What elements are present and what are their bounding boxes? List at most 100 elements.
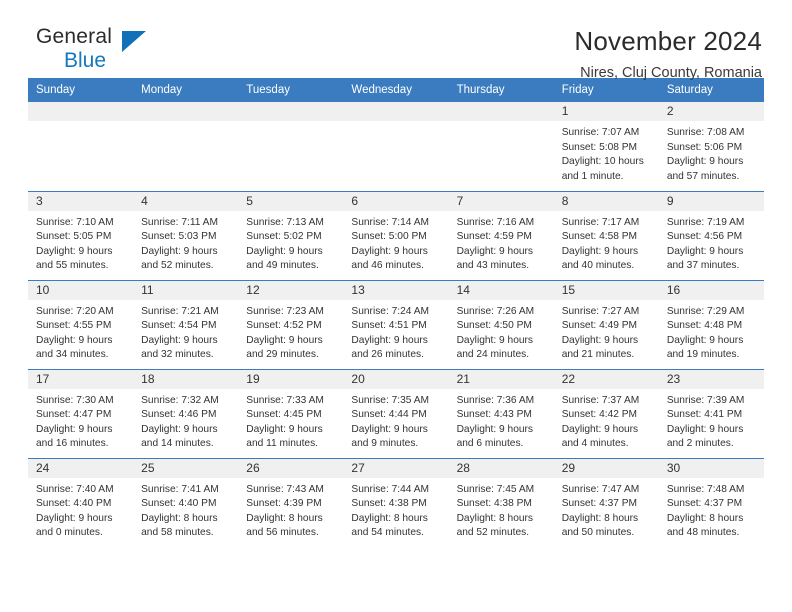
day-details: Sunrise: 7:07 AM Sunset: 5:08 PM Daylight:… — [554, 121, 659, 184]
sunset-text: Sunset: 4:52 PM — [246, 320, 322, 332]
daylight-text: Daylight: 8 hours and 52 minutes. — [456, 512, 534, 539]
calendar-day-cell[interactable]: 20 Sunrise: 7:35 AM Sunset: 4:44 PM Dayligh… — [343, 368, 449, 458]
day-details: Sunrise: 7:44 AM Sunset: 4:38 PM Daylight:… — [343, 478, 448, 541]
calendar-day-cell[interactable]: 26 Sunrise: 7:43 AM Sunset: 4:39 PM Dayligh… — [238, 457, 344, 547]
sunset-text: Sunset: 5:02 PM — [246, 231, 322, 243]
calendar-day-cell[interactable]: 22 Sunrise: 7:37 AM Sunset: 4:42 PM Dayligh… — [553, 368, 659, 458]
sunrise-text: Sunrise: 7:07 AM — [561, 127, 640, 138]
daylight-text: Daylight: 9 hours and 34 minutes. — [36, 334, 113, 361]
calendar-day-cell[interactable]: 15 Sunrise: 7:27 AM Sunset: 4:49 PM Dayligh… — [553, 279, 659, 369]
weekday-header-monday: Monday — [133, 78, 239, 102]
sunrise-text: Sunrise: 7:19 AM — [666, 216, 745, 228]
calendar-day-cell[interactable]: 24 Sunrise: 7:40 AM Sunset: 4:40 PM Dayligh… — [28, 457, 134, 547]
day-number: 8 — [553, 191, 659, 211]
calendar-day-cell[interactable]: 2 Sunrise: 7:08 AM Sunset: 5:06 PM Daylight… — [658, 102, 764, 191]
sunrise-text: Sunrise: 7:11 AM — [141, 216, 218, 228]
calendar-page: General Blue November 2024 Nires, Cluj C… — [0, 0, 792, 612]
day-number: 2 — [658, 102, 764, 121]
day-details: Sunrise: 7:48 AM Sunset: 4:37 PM Daylight:… — [659, 478, 764, 541]
day-details: Sunrise: 7:13 AM Sunset: 5:02 PM Daylight:… — [238, 211, 343, 274]
day-number: 24 — [28, 458, 134, 478]
day-details: Sunrise: 7:10 AM Sunset: 5:05 PM Daylight:… — [28, 211, 133, 274]
calendar-day-cell[interactable]: 3 Sunrise: 7:10 AM Sunset: 5:05 PM Daylight… — [28, 190, 134, 280]
daylight-text: Daylight: 9 hours and 0 minutes. — [36, 512, 113, 539]
calendar-day-cell[interactable]: 25 Sunrise: 7:41 AM Sunset: 4:40 PM Dayligh… — [133, 457, 239, 547]
calendar-day-cell[interactable]: 16 Sunrise: 7:29 AM Sunset: 4:48 PM Dayligh… — [658, 279, 764, 369]
calendar-day-cell[interactable]: 28 Sunrise: 7:45 AM Sunset: 4:38 PM Dayligh… — [448, 457, 554, 547]
calendar-day-cell[interactable]: 9 Sunrise: 7:19 AM Sunset: 4:56 PM Daylight… — [658, 190, 764, 280]
sunset-text: Sunset: 5:00 PM — [351, 231, 427, 243]
calendar-day-cell[interactable]: 13 Sunrise: 7:24 AM Sunset: 4:51 PM Dayligh… — [343, 279, 449, 369]
day-details: Sunrise: 7:27 AM Sunset: 4:49 PM Daylight:… — [554, 300, 659, 363]
day-details: Sunrise: 7:23 AM Sunset: 4:52 PM Daylight:… — [238, 300, 343, 363]
calendar-day-cell[interactable]: 23 Sunrise: 7:39 AM Sunset: 4:41 PM Dayligh… — [658, 368, 764, 458]
day-number: 27 — [343, 458, 449, 478]
day-number — [133, 102, 239, 121]
calendar-day-cell[interactable]: 29 Sunrise: 7:47 AM Sunset: 4:37 PM Dayligh… — [553, 457, 659, 547]
calendar-day-cell[interactable]: 17 Sunrise: 7:30 AM Sunset: 4:47 PM Dayligh… — [28, 368, 134, 458]
calendar-day-cell[interactable]: 7 Sunrise: 7:16 AM Sunset: 4:59 PM Daylight… — [448, 190, 554, 280]
day-details: Sunrise: 7:35 AM Sunset: 4:44 PM Daylight:… — [343, 389, 448, 452]
day-number: 15 — [553, 280, 659, 300]
day-number: 26 — [238, 458, 344, 478]
sunset-text: Sunset: 4:37 PM — [666, 498, 743, 510]
day-details: Sunrise: 7:26 AM Sunset: 4:50 PM Daylight:… — [449, 300, 554, 363]
sunset-text: Sunset: 4:47 PM — [36, 409, 112, 421]
sunset-text: Sunset: 5:05 PM — [36, 231, 112, 243]
calendar-day-cell[interactable]: 6 Sunrise: 7:14 AM Sunset: 5:00 PM Daylight… — [343, 190, 449, 280]
calendar-day-cell[interactable]: 5 Sunrise: 7:13 AM Sunset: 5:02 PM Daylight… — [238, 190, 344, 280]
daylight-text: Daylight: 9 hours and 16 minutes. — [36, 423, 113, 450]
sunset-text: Sunset: 4:56 PM — [666, 231, 743, 243]
sunrise-text: Sunrise: 7:45 AM — [456, 483, 535, 495]
calendar-day-cell[interactable]: 12 Sunrise: 7:23 AM Sunset: 4:52 PM Dayligh… — [238, 279, 344, 369]
daylight-text: Daylight: 9 hours and 46 minutes. — [351, 245, 428, 272]
calendar-day-cell[interactable]: 4 Sunrise: 7:11 AM Sunset: 5:03 PM Daylight… — [133, 190, 239, 280]
sunset-text: Sunset: 4:55 PM — [36, 320, 112, 332]
calendar-day-cell[interactable]: 30 Sunrise: 7:48 AM Sunset: 4:37 PM Dayligh… — [658, 457, 764, 547]
sunrise-text: Sunrise: 7:35 AM — [351, 394, 430, 406]
sunrise-text: Sunrise: 7:29 AM — [666, 305, 745, 317]
calendar-day-cell[interactable]: 18 Sunrise: 7:32 AM Sunset: 4:46 PM Dayligh… — [133, 368, 239, 458]
brand-name-bottom: Blue — [64, 49, 107, 72]
day-details: Sunrise: 7:19 AM Sunset: 4:56 PM Daylight:… — [659, 211, 764, 274]
sunset-text: Sunset: 4:58 PM — [561, 231, 638, 243]
sunrise-text: Sunrise: 7:14 AM — [351, 216, 430, 228]
calendar-day-cell[interactable]: 11 Sunrise: 7:21 AM Sunset: 4:54 PM Dayligh… — [133, 279, 239, 369]
day-number: 25 — [133, 458, 239, 478]
title-block: November 2024 Nires, Cluj County, Romani… — [574, 24, 764, 84]
calendar-day-cell[interactable]: 10 Sunrise: 7:20 AM Sunset: 4:55 PM Dayligh… — [28, 279, 134, 369]
sunset-text: Sunset: 4:50 PM — [456, 320, 532, 332]
calendar-body: 1 Sunrise: 7:07 AM Sunset: 5:08 PM Daylight… — [28, 102, 764, 547]
sunset-text: Sunset: 4:45 PM — [246, 409, 322, 421]
calendar-day-cell[interactable]: 27 Sunrise: 7:44 AM Sunset: 4:38 PM Dayligh… — [343, 457, 449, 547]
calendar-week-row: 17 Sunrise: 7:30 AM Sunset: 4:47 PM Dayligh… — [28, 368, 764, 458]
calendar-day-cell[interactable]: 1 Sunrise: 7:07 AM Sunset: 5:08 PM Daylight… — [553, 102, 659, 191]
sunrise-text: Sunrise: 7:44 AM — [351, 483, 430, 495]
day-number: 7 — [448, 191, 554, 211]
sunset-text: Sunset: 4:59 PM — [456, 231, 532, 243]
sunrise-text: Sunrise: 7:08 AM — [666, 127, 745, 138]
sunset-text: Sunset: 4:42 PM — [561, 409, 638, 421]
daylight-text: Daylight: 9 hours and 24 minutes. — [456, 334, 534, 361]
daylight-text: Daylight: 9 hours and 40 minutes. — [561, 245, 639, 272]
calendar-day-cell[interactable]: 14 Sunrise: 7:26 AM Sunset: 4:50 PM Dayligh… — [448, 279, 554, 369]
day-number: 22 — [553, 369, 659, 389]
daylight-text: Daylight: 9 hours and 57 minutes. — [666, 156, 744, 182]
brand-logo[interactable]: General Blue — [28, 24, 168, 76]
calendar-cell-empty — [448, 102, 554, 191]
calendar-day-cell[interactable]: 8 Sunrise: 7:17 AM Sunset: 4:58 PM Daylight… — [553, 190, 659, 280]
calendar-day-cell[interactable]: 21 Sunrise: 7:36 AM Sunset: 4:43 PM Dayligh… — [448, 368, 554, 458]
sunset-text: Sunset: 5:03 PM — [141, 231, 217, 243]
day-number: 16 — [658, 280, 764, 300]
calendar-day-cell[interactable]: 19 Sunrise: 7:33 AM Sunset: 4:45 PM Dayligh… — [238, 368, 344, 458]
sunrise-text: Sunrise: 7:48 AM — [666, 483, 745, 495]
daylight-text: Daylight: 9 hours and 9 minutes. — [351, 423, 428, 450]
day-details: Sunrise: 7:11 AM Sunset: 5:03 PM Daylight:… — [133, 211, 238, 274]
day-details: Sunrise: 7:14 AM Sunset: 5:00 PM Daylight:… — [343, 211, 448, 274]
sunrise-text: Sunrise: 7:24 AM — [351, 305, 430, 317]
daylight-text: Daylight: 9 hours and 29 minutes. — [246, 334, 323, 361]
sunrise-text: Sunrise: 7:23 AM — [246, 305, 324, 317]
day-number: 23 — [658, 369, 764, 389]
day-details: Sunrise: 7:20 AM Sunset: 4:55 PM Daylight:… — [28, 300, 133, 363]
day-number: 18 — [133, 369, 239, 389]
